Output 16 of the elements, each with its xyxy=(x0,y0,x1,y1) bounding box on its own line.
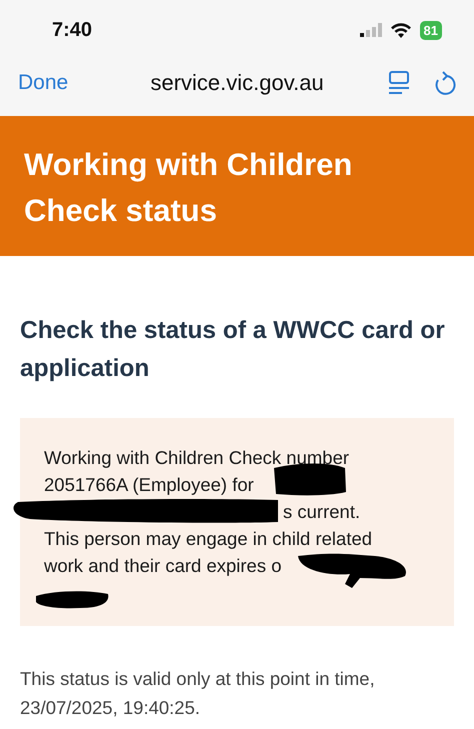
notice-text-line: work and their card expires o xyxy=(44,555,282,576)
validity-note: This status is valid only at this point in time, 23/07/2025, 19:40:25. xyxy=(20,667,376,720)
address-text[interactable]: service.vic.gov.au xyxy=(68,70,388,96)
notice-text-line: Working with Children Check number xyxy=(44,447,350,468)
notice-text-line: s current. xyxy=(283,501,360,522)
notice-text-line: This person may engage in child related xyxy=(44,528,372,549)
signal-icon xyxy=(360,23,382,37)
status-time: 7:40 xyxy=(52,18,92,42)
battery-level: 81 xyxy=(420,20,442,40)
reader-icon[interactable] xyxy=(388,71,410,95)
section-heading: Check the status of a WWCC card or application xyxy=(20,316,446,384)
reload-icon[interactable] xyxy=(434,71,456,95)
wifi-icon xyxy=(390,22,411,38)
notice-text-line: 2051766A (Employee) for xyxy=(44,474,254,495)
banner-title: Working with Children Check status xyxy=(24,146,354,230)
done-button[interactable]: Done xyxy=(18,71,68,95)
